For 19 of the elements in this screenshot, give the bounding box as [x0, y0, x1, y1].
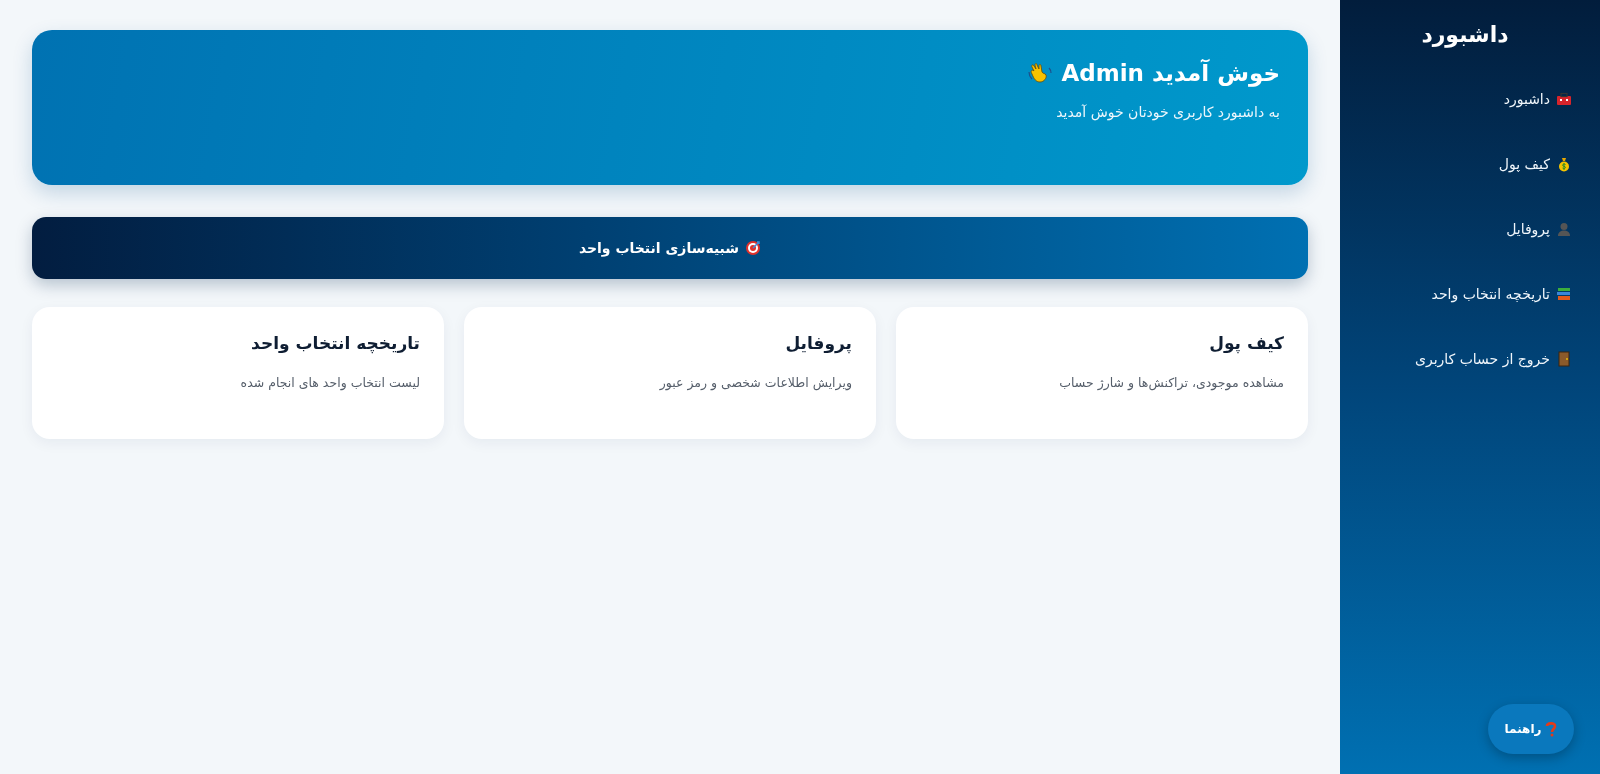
simulate-button[interactable]: شبیه‌سازی انتخاب واحد [32, 217, 1308, 279]
feature-card[interactable]: پروفایل ویرایش اطلاعات شخصی و رمز عبور [464, 307, 876, 439]
card-title: تاریخچه انتخاب واحد [251, 333, 420, 353]
card-description: ویرایش اطلاعات شخصی و رمز عبور [659, 375, 852, 390]
feature-card[interactable]: کیف پول مشاهده موجودی، تراکنش‌ها و شارژ حساب [896, 307, 1308, 439]
welcome-subtitle: به داشبورد کاربری خودتان خوش آمدید [1056, 104, 1280, 120]
card-description: مشاهده موجودی، تراکنش‌ها و شارژ حساب [1059, 375, 1284, 390]
sidebar-title: داشبورد [1420, 22, 1510, 47]
nav-link[interactable]: کیف پول [1358, 154, 1572, 174]
nav-link[interactable]: پروفایل [1358, 219, 1572, 239]
card-description: لیست انتخاب واحد های انجام شده [240, 375, 420, 390]
welcome-title: خوش آمدید Admin [1061, 60, 1280, 86]
card-title: پروفایل [785, 333, 852, 353]
feature-card[interactable]: تاریخچه انتخاب واحد لیست انتخاب واحد های انجام شده [32, 307, 444, 439]
nav-link[interactable]: داشبورد [1358, 89, 1572, 109]
card-title: کیف پول [1209, 333, 1284, 353]
help-button[interactable]: راهنما [1488, 704, 1574, 754]
nav-link[interactable]: خروج از حساب کاربری [1358, 349, 1572, 369]
nav-link[interactable]: تاریخچه انتخاب واحد [1358, 284, 1572, 304]
